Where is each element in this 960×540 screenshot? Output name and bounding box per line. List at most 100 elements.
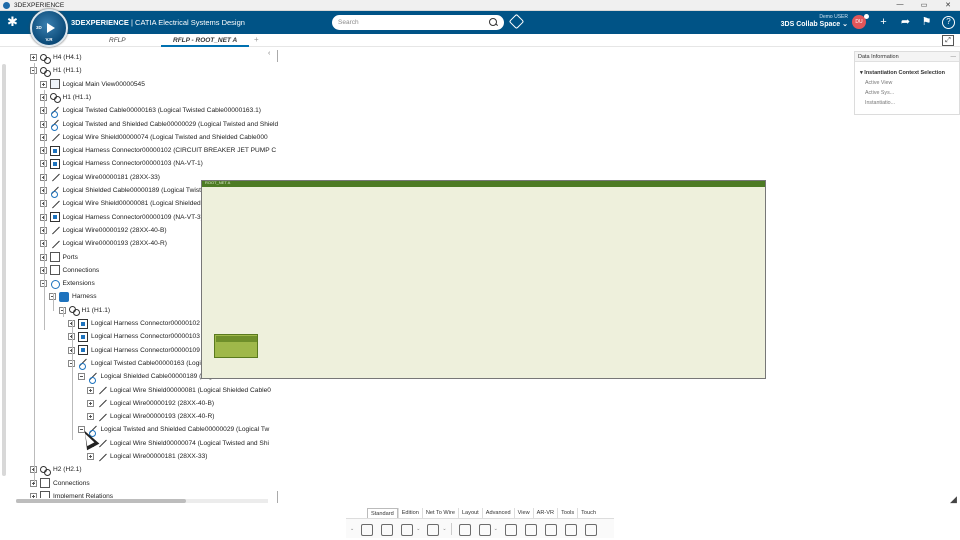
cable-icon[interactable] — [583, 522, 597, 536]
expand-node-icon[interactable] — [39, 200, 47, 208]
paste-icon[interactable] — [399, 522, 414, 536]
active-view-item[interactable]: Active View — [865, 80, 892, 86]
action-tab-ar-vr[interactable]: AR-VR — [532, 508, 557, 518]
copy-icon[interactable] — [379, 522, 394, 536]
action-tab-net-to-wire[interactable]: Net To Wire — [421, 508, 458, 518]
settings-dropdown-icon[interactable]: ⌄ — [494, 526, 498, 532]
expand-node-icon[interactable] — [39, 133, 47, 141]
help-icon[interactable]: ? — [942, 16, 955, 29]
tree-vertical-scrollbar[interactable] — [2, 64, 6, 476]
expand-node-icon[interactable] — [39, 93, 47, 101]
active-system-item[interactable]: Active Sys... — [865, 90, 894, 96]
action-tab-tools[interactable]: Tools — [557, 508, 577, 518]
resize-handle-icon[interactable]: ◢ — [950, 494, 957, 505]
tree-node[interactable]: Ports — [39, 251, 78, 264]
panel-divider[interactable] — [277, 50, 278, 62]
panel-divider-bottom[interactable] — [277, 491, 278, 503]
action-tab-touch[interactable]: Touch — [577, 508, 599, 518]
tree-node[interactable]: Logical Wire Shield00000081 (Logical Shi… — [87, 384, 271, 397]
add-icon[interactable]: + — [877, 16, 890, 29]
zoom-icon[interactable] — [457, 522, 471, 536]
tree-node[interactable]: Logical Main View00000545 — [39, 78, 145, 91]
expand-node-icon[interactable] — [39, 147, 47, 155]
action-tab-layout[interactable]: Layout — [457, 508, 482, 518]
settings-icon[interactable] — [477, 522, 491, 536]
tree-node[interactable]: Logical Twisted Cable00000163 (Logical T… — [39, 104, 261, 118]
tree-node[interactable]: Logical Wire00000181 (28XX-33) — [87, 450, 208, 463]
expand-node-icon[interactable] — [39, 240, 47, 248]
sheet-sub-component[interactable] — [214, 334, 258, 358]
wire-icon[interactable] — [543, 522, 557, 536]
tree-node[interactable]: Logical Wire00000192 (28XX-40-B) — [87, 397, 214, 410]
undo-icon[interactable] — [425, 522, 440, 536]
tree-node[interactable]: H4 (H4.1) — [30, 51, 82, 64]
tree-node[interactable]: Logical Harness Connector00000109 (NA-VT… — [39, 211, 203, 224]
tree-node[interactable]: H1 (H1.1) — [58, 304, 110, 317]
expand-node-icon[interactable] — [39, 173, 47, 181]
action-tab-advanced[interactable]: Advanced — [481, 508, 514, 518]
expand-node-icon[interactable] — [39, 226, 47, 234]
expand-node-icon[interactable] — [39, 120, 47, 128]
fullscreen-icon[interactable]: ⤢ — [942, 35, 954, 46]
connect-icon[interactable] — [523, 522, 537, 536]
search-icon[interactable] — [489, 18, 498, 27]
tab-rflp-root-net-a[interactable]: RFLP - ROOT_NET A — [161, 34, 250, 47]
action-tab-view[interactable]: View — [513, 508, 533, 518]
expand-node-icon[interactable] — [30, 54, 37, 61]
collapse-node-icon[interactable] — [58, 306, 66, 314]
harness-icon[interactable] — [563, 522, 577, 536]
search-bar[interactable]: Search — [332, 15, 504, 30]
expand-node-icon[interactable] — [87, 453, 94, 460]
play-icon[interactable] — [47, 23, 55, 33]
close-button[interactable]: ✕ — [936, 1, 960, 9]
minimize-button[interactable]: — — [888, 1, 912, 9]
compass-widget[interactable]: 3D V.R — [30, 9, 68, 47]
tree-node[interactable]: H1 (H1.1) — [30, 64, 82, 77]
expand-node-icon[interactable] — [39, 253, 47, 261]
expand-node-icon[interactable] — [87, 386, 94, 394]
tree-horizontal-scroll-thumb[interactable] — [16, 499, 186, 503]
tree-node[interactable]: Logical Twisted and Shielded Cable000000… — [77, 423, 269, 437]
undo-dropdown-icon[interactable]: ⌄ — [442, 526, 446, 532]
toolbar-scroll-icon[interactable]: ⌄ — [350, 526, 354, 532]
maximize-button[interactable]: ▭ — [912, 1, 936, 9]
route-icon[interactable] — [503, 522, 517, 536]
expand-node-icon[interactable] — [87, 399, 94, 407]
tree-node[interactable]: Extensions — [39, 277, 95, 290]
tree-node[interactable]: H1 (H1.1) — [39, 91, 91, 104]
tree-node[interactable]: Logical Harness Connector00000102 (CIRCU… — [39, 144, 276, 157]
expand-node-icon[interactable] — [39, 80, 47, 88]
tree-node[interactable]: Logical Wire Shield00000074 (Logical Twi… — [39, 131, 268, 144]
tree-node[interactable]: Logical Twisted and Shielded Cable000000… — [39, 118, 278, 131]
tree-node[interactable]: Logical Wire Shield00000074 (Logical Twi… — [87, 437, 269, 450]
expand-node-icon[interactable] — [39, 187, 47, 194]
expand-node-icon[interactable] — [30, 492, 37, 498]
collab-space-selector[interactable]: 3DS Collab Space ⌄ — [776, 20, 848, 28]
ds-logo-icon[interactable]: ✱ — [7, 15, 23, 30]
action-tab-edition[interactable]: Edition — [397, 508, 422, 518]
collapse-tree-icon[interactable]: ‹ — [268, 50, 270, 57]
tree-node[interactable]: Logical Wire00000193 (28XX-40-R) — [87, 410, 214, 423]
community-icon[interactable]: ⚑ — [920, 16, 933, 29]
collapse-node-icon[interactable] — [39, 280, 47, 288]
tree-node[interactable]: Logical Wire00000181 (28XX-33) — [39, 171, 160, 184]
tree-node[interactable]: Implement Relations — [30, 490, 113, 498]
action-tab-standard[interactable]: Standard — [367, 508, 398, 518]
add-tab-button[interactable]: + — [254, 34, 259, 46]
cut-icon[interactable] — [359, 522, 374, 536]
tree-node[interactable]: Connections — [39, 264, 99, 277]
user-info[interactable]: Demo USER 3DS Collab Space ⌄ — [776, 14, 848, 28]
tree-node[interactable]: H2 (H2.1) — [30, 463, 82, 476]
tree-node[interactable]: Logical Harness Connector00000103 (NA-VT… — [39, 157, 203, 170]
search-input[interactable]: Search — [338, 19, 489, 26]
tree-node[interactable]: Logical Wire00000192 (28XX-40-B) — [39, 224, 167, 237]
diagram-sheet[interactable]: ROOT_NET A — [201, 180, 766, 379]
expand-node-icon[interactable] — [39, 107, 47, 115]
tab-rflp[interactable]: RFLP — [109, 34, 126, 47]
tree-node[interactable]: Connections — [30, 477, 90, 490]
tree-node[interactable]: Harness — [49, 290, 97, 303]
expand-node-icon[interactable] — [39, 266, 47, 274]
instantiation-item[interactable]: Instantiatio... — [865, 100, 895, 106]
expand-node-icon[interactable] — [87, 413, 94, 421]
share-icon[interactable]: ➦ — [899, 16, 912, 29]
